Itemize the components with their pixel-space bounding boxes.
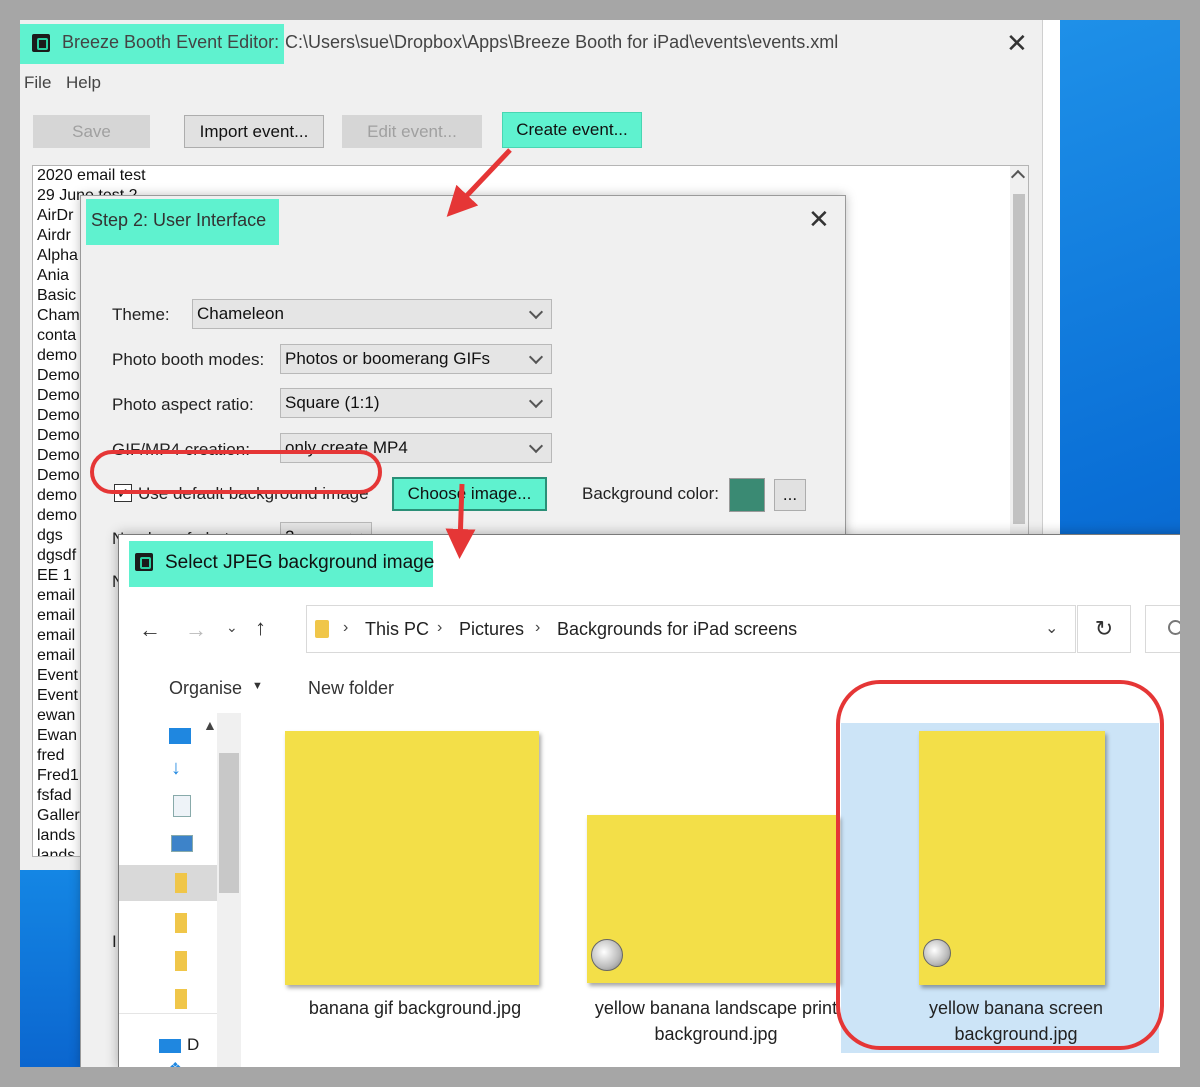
arrow-to-step-dialog <box>446 148 512 217</box>
annotation-arrows <box>445 148 512 559</box>
desktop: Breeze Booth Event Editor: C:\Users\sue\… <box>20 20 1180 1067</box>
arrow-to-file-dialog <box>445 483 476 559</box>
